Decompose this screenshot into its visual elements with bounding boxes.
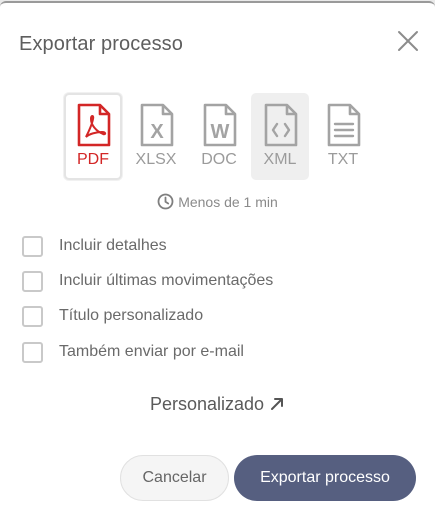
pdf-file-icon [77, 103, 111, 147]
clock-icon [157, 193, 174, 213]
xml-file-icon [264, 103, 298, 147]
svg-text:X: X [150, 121, 164, 143]
close-icon[interactable] [396, 29, 420, 53]
format-option-pdf[interactable]: PDF [64, 93, 122, 180]
format-label: XML [263, 151, 297, 168]
time-estimate: Menos de 1 min [0, 193, 435, 213]
doc-file-icon: W [203, 103, 237, 147]
format-label: DOC [201, 151, 237, 168]
option-label: Incluir detalhes [59, 237, 167, 254]
export-button[interactable]: Exportar processo [234, 455, 416, 501]
export-dialog: Exportar processo PDF X XLSX W DOC XML T… [0, 1, 435, 519]
arrow-up-right-icon [270, 395, 285, 416]
format-label: XLSX [135, 151, 177, 168]
format-selector: PDF X XLSX W DOC XML TXT [64, 93, 374, 181]
xlsx-file-icon: X [140, 103, 174, 147]
option-label: Incluir últimas movimentações [59, 272, 274, 289]
format-option-xml[interactable]: XML [251, 93, 309, 180]
dialog-title: Exportar processo [19, 33, 183, 55]
option-label: Também enviar por e-mail [59, 343, 244, 360]
time-estimate-text: Menos de 1 min [178, 194, 278, 210]
txt-file-icon [327, 103, 361, 147]
format-label: PDF [77, 151, 109, 168]
cancel-button[interactable]: Cancelar [120, 455, 229, 501]
checkbox[interactable] [22, 306, 43, 327]
format-option-txt[interactable]: TXT [314, 93, 372, 180]
checkbox[interactable] [22, 342, 43, 363]
format-label: TXT [327, 151, 359, 168]
svg-text:W: W [211, 121, 230, 143]
custom-link[interactable]: Personalizado [0, 394, 435, 416]
checkbox[interactable] [22, 271, 43, 292]
custom-link-label: Personalizado [149, 394, 265, 414]
format-option-doc[interactable]: W DOC [190, 93, 248, 180]
checkbox[interactable] [22, 236, 43, 257]
option-label: Título personalizado [59, 307, 204, 324]
format-option-xlsx[interactable]: X XLSX [127, 93, 185, 180]
